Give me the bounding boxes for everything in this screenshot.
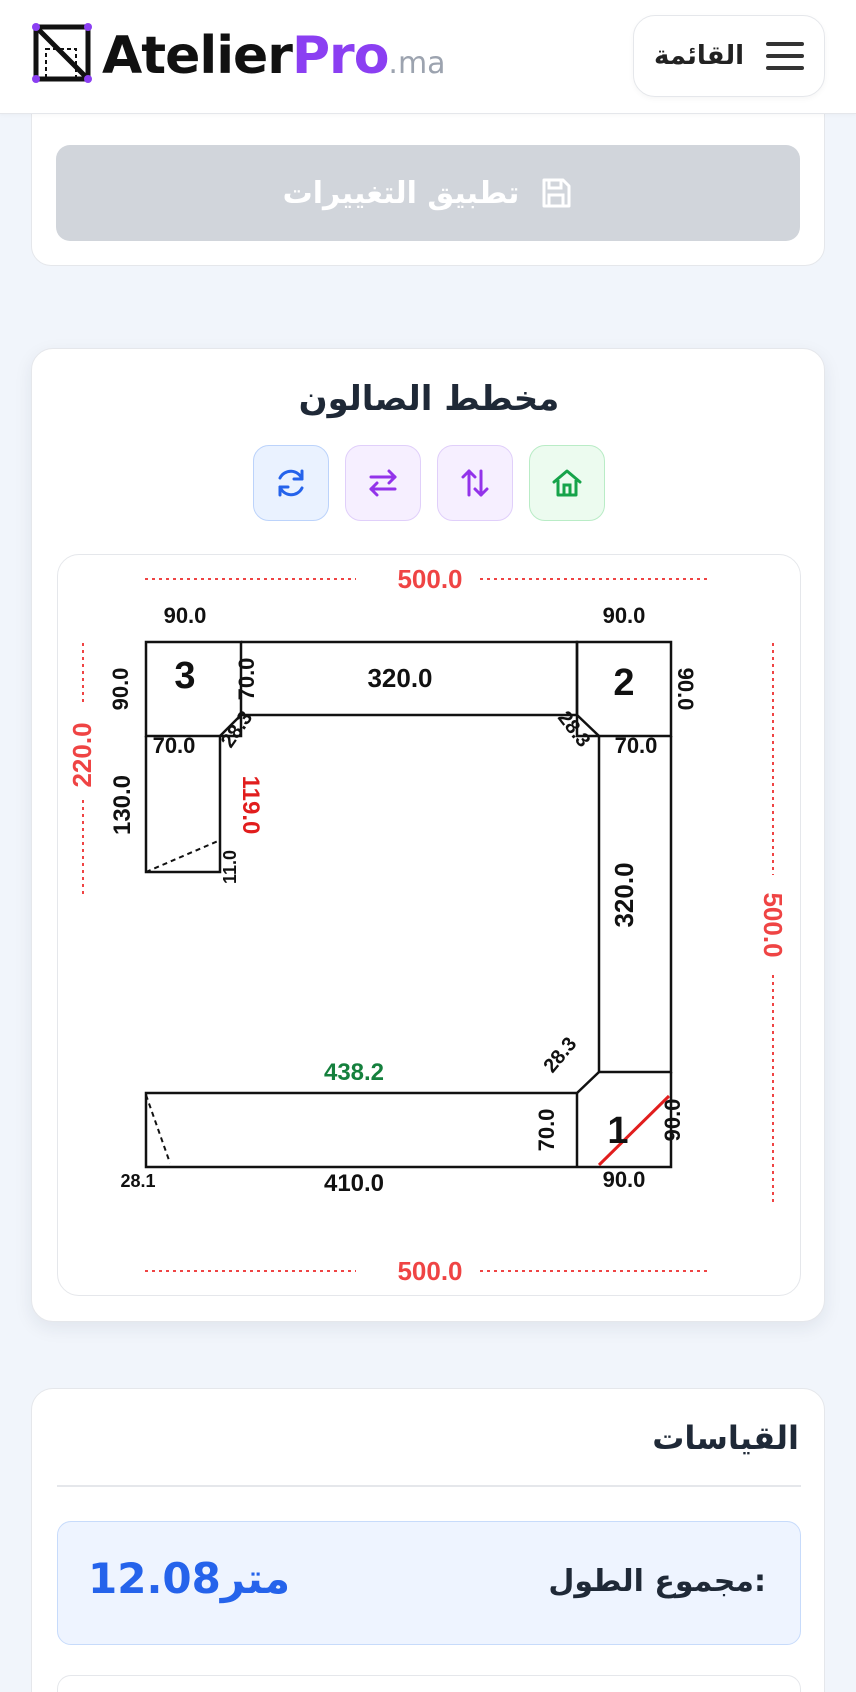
salon-plan-drawing: 500.0 500.0 220.0 500.0 3 90.0 90.0 70.0… xyxy=(67,564,788,1286)
menu-label: القائمة xyxy=(653,41,745,71)
top-segment-dim: 320.0 xyxy=(367,663,432,693)
hamburger-icon xyxy=(766,42,805,70)
logo-text-pro: Pro xyxy=(291,26,389,86)
refresh-icon xyxy=(278,469,304,497)
swap-vertical-button[interactable] xyxy=(437,445,513,521)
apply-changes-label: تطبيق التغييرات xyxy=(282,175,520,211)
corner-2-right-dim: 90.0 xyxy=(673,668,698,711)
logo-mark-icon xyxy=(32,23,92,83)
corner-3-number: 3 xyxy=(174,655,195,697)
swap-vertical-icon xyxy=(461,469,489,497)
logo-text-domain: .ma xyxy=(388,46,446,81)
left-segment-end-dim: 11.0 xyxy=(220,850,240,884)
left-segment-inner-dim: 119.0 xyxy=(237,776,264,835)
total-length-value: 12.08متر xyxy=(88,1554,291,1603)
overall-bottom-dim: 500.0 xyxy=(397,1256,462,1286)
logo[interactable]: AtelierPro.ma xyxy=(32,22,446,90)
left-segment-dim: 130.0 xyxy=(109,775,136,835)
total-length-box: مجموع الطول: 12.08متر xyxy=(57,1521,801,1645)
app-header: AtelierPro.ma القائمة xyxy=(0,0,856,114)
corner-3-bottom-dim: 70.0 xyxy=(153,733,196,758)
corner-2-top-dim: 90.0 xyxy=(603,603,646,628)
total-length-label: مجموع الطول: xyxy=(548,1564,766,1599)
corner-3-left-dim: 90.0 xyxy=(108,668,133,711)
home-button[interactable] xyxy=(529,445,605,521)
bottom-segment-dim: 410.0 xyxy=(324,1170,384,1197)
home-icon xyxy=(552,469,582,497)
bottom-depth-dim: 70.0 xyxy=(534,1109,559,1152)
apply-changes-button[interactable]: تطبيق التغييرات xyxy=(56,145,800,241)
right-segment-dim: 320.0 xyxy=(609,862,639,927)
overall-right-dim: 500.0 xyxy=(758,892,788,957)
corner-2-bottom-dim: 70.0 xyxy=(615,733,658,758)
menu-button[interactable]: القائمة xyxy=(633,15,825,97)
save-icon xyxy=(542,178,571,208)
corner-3-inner-dim: 70.0 xyxy=(234,658,259,701)
swap-horizontal-button[interactable] xyxy=(345,445,421,521)
measurements-title: القياسات xyxy=(652,1419,799,1457)
overall-top-dim: 500.0 xyxy=(397,564,462,594)
measurements-card: القياسات مجموع الطول: 12.08متر xyxy=(31,1388,825,1692)
logo-text-atelier: Atelier xyxy=(102,26,293,86)
bottom-end-dim: 28.1 xyxy=(120,1171,155,1191)
corner-1-bottom-dim: 90.0 xyxy=(603,1167,646,1192)
divider xyxy=(57,1485,801,1487)
plan-card: مخطط الصالون 500.0 500.0 220.0 500.0 3 9… xyxy=(31,348,825,1322)
plan-title: مخطط الصالون xyxy=(298,379,560,419)
measurement-row xyxy=(57,1675,801,1692)
salon-plan-canvas: 500.0 500.0 220.0 500.0 3 90.0 90.0 70.0… xyxy=(57,554,801,1296)
overall-left-dim: 220.0 xyxy=(67,722,97,787)
corner-1-right-dim: 90.0 xyxy=(660,1099,685,1142)
bottom-inner-dim: 438.2 xyxy=(324,1059,384,1086)
corner-1-diag-dim: 28.3 xyxy=(539,1033,581,1077)
corner-3-top-dim: 90.0 xyxy=(164,603,207,628)
refresh-button[interactable] xyxy=(253,445,329,521)
corner-1-number: 1 xyxy=(607,1110,628,1152)
corner-2-number: 2 xyxy=(613,662,634,704)
swap-horizontal-icon xyxy=(369,469,397,497)
